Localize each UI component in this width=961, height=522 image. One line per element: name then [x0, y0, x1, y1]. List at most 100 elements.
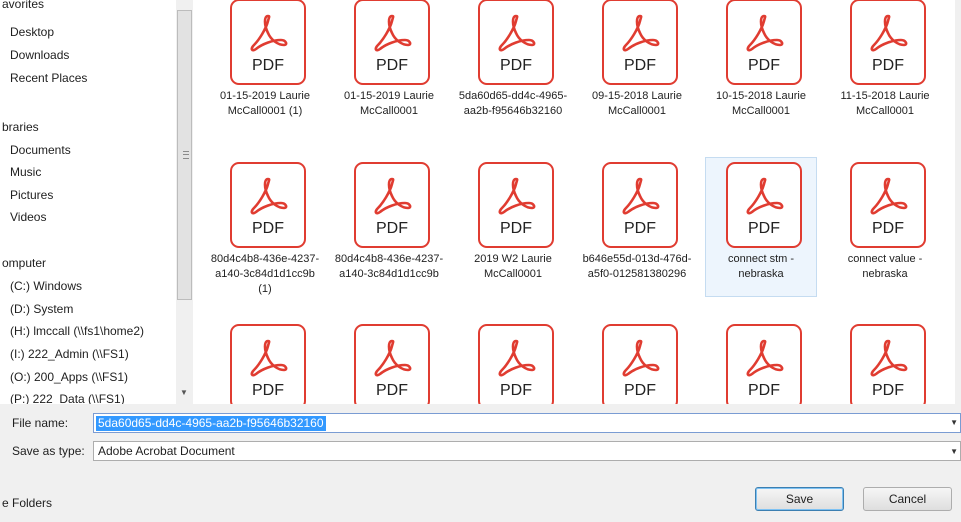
pdf-file-icon: PDF	[230, 162, 306, 248]
pdf-icon-label: PDF	[252, 57, 284, 74]
file-name: 2019 W2 Laurie McCall0001	[474, 253, 552, 280]
pdf-icon-label: PDF	[624, 220, 656, 237]
pdf-icon-label: PDF	[748, 57, 780, 74]
pdf-file-icon: PDF	[354, 0, 430, 85]
nav-item[interactable]: Documents	[10, 140, 71, 160]
pdf-file-icon: PDF	[602, 324, 678, 404]
nav-item[interactable]: Downloads	[10, 45, 69, 65]
pdf-file-icon: PDF	[478, 0, 554, 85]
file-item[interactable]: PDF connect value - nebraska	[829, 157, 941, 297]
pdf-icon-label: PDF	[872, 57, 904, 74]
filename-label: File name:	[12, 416, 69, 430]
file-item[interactable]: PDF	[829, 319, 941, 404]
file-item[interactable]: PDF 11-15-2018 Laurie McCall0001	[829, 0, 941, 134]
pdf-file-icon: PDF	[850, 324, 926, 404]
file-item[interactable]: PDF	[209, 319, 321, 404]
pdf-file-icon: PDF	[726, 162, 802, 248]
pdf-icon-label: PDF	[500, 382, 532, 399]
filename-field[interactable]: 5da60d65-dd4c-4965-aa2b-f95646b32160 ▼	[93, 413, 961, 433]
chevron-down-icon[interactable]: ▼	[950, 418, 958, 427]
file-list: PDF 01-15-2019 Laurie McCall0001 (1) PDF 01…	[193, 0, 955, 404]
nav-item[interactable]: avorites	[2, 0, 44, 14]
pdf-icon-label: PDF	[252, 220, 284, 237]
file-item[interactable]: PDF	[581, 319, 693, 404]
pdf-file-icon: PDF	[354, 324, 430, 404]
file-item[interactable]: PDF 09-15-2018 Laurie McCall0001	[581, 0, 693, 134]
nav-item[interactable]: Desktop	[10, 22, 54, 42]
file-item[interactable]: PDF 80d4c4b8-436e-4237-a140-3c84d1d1cc9b	[333, 157, 445, 297]
save-button[interactable]: Save	[755, 487, 844, 511]
file-name: 80d4c4b8-436e-4237-a140-3c84d1d1cc9b (1)	[210, 253, 320, 295]
pdf-file-icon: PDF	[354, 162, 430, 248]
pdf-file-icon: PDF	[850, 0, 926, 85]
file-item[interactable]: PDF	[457, 319, 569, 404]
nav-item[interactable]: Videos	[10, 207, 46, 227]
file-name: b646e55d-013d-476d-a5f0-012581380296	[582, 253, 692, 280]
pdf-icon-label: PDF	[748, 220, 780, 237]
file-name: 11-15-2018 Laurie McCall0001	[840, 90, 930, 117]
pdf-file-icon: PDF	[478, 324, 554, 404]
pdf-file-icon: PDF	[602, 162, 678, 248]
file-item[interactable]: PDF 01-15-2019 Laurie McCall0001	[333, 0, 445, 134]
savetype-value: Adobe Acrobat Document	[98, 444, 235, 458]
pdf-icon-label: PDF	[624, 57, 656, 74]
file-item[interactable]: PDF 80d4c4b8-436e-4237-a140-3c84d1d1cc9b …	[209, 157, 321, 297]
nav-item[interactable]: Recent Places	[10, 68, 87, 88]
file-item[interactable]: PDF b646e55d-013d-476d-a5f0-012581380296	[581, 157, 693, 297]
chevron-down-icon[interactable]: ▼	[950, 447, 958, 456]
file-name: 80d4c4b8-436e-4237-a140-3c84d1d1cc9b	[334, 253, 444, 280]
file-name: 01-15-2019 Laurie McCall0001	[344, 90, 434, 117]
pdf-icon-label: PDF	[500, 220, 532, 237]
nav-item[interactable]: Music	[10, 162, 41, 182]
file-name: connect value - nebraska	[847, 253, 923, 280]
pdf-icon-label: PDF	[872, 382, 904, 399]
file-name: 01-15-2019 Laurie McCall0001 (1)	[220, 90, 310, 117]
pdf-file-icon: PDF	[602, 0, 678, 85]
pdf-icon-label: PDF	[624, 382, 656, 399]
nav-item[interactable]: (C:) Windows	[10, 276, 82, 296]
file-item[interactable]: PDF 2019 W2 Laurie McCall0001	[457, 157, 569, 297]
nav-item[interactable]: (D:) System	[10, 299, 73, 319]
scrollbar-thumb[interactable]	[177, 10, 192, 300]
pdf-file-icon: PDF	[478, 162, 554, 248]
grip-icon	[183, 151, 189, 159]
nav-item[interactable]: omputer	[2, 253, 46, 273]
savetype-label: Save as type:	[12, 444, 85, 458]
navigation-scrollbar[interactable]: ▼	[176, 0, 193, 404]
nav-item[interactable]: braries	[2, 117, 39, 137]
file-name: 5da60d65-dd4c-4965-aa2b-f95646b32160	[458, 90, 568, 117]
cancel-button[interactable]: Cancel	[863, 487, 952, 511]
pdf-file-icon: PDF	[850, 162, 926, 248]
filename-value[interactable]: 5da60d65-dd4c-4965-aa2b-f95646b32160	[96, 416, 326, 431]
file-item[interactable]: PDF 5da60d65-dd4c-4965-aa2b-f95646b32160	[457, 0, 569, 134]
savetype-select[interactable]: Adobe Acrobat Document ▼	[93, 441, 961, 461]
pdf-icon-label: PDF	[500, 57, 532, 74]
nav-item[interactable]: (I:) 222_Admin (\\FS1)	[10, 344, 129, 364]
file-item[interactable]: PDF 10-15-2018 Laurie McCall0001	[705, 0, 817, 134]
nav-item[interactable]: Pictures	[10, 185, 53, 205]
file-list-scrollbar[interactable]	[955, 0, 961, 404]
file-item[interactable]: PDF	[705, 319, 817, 404]
nav-item[interactable]: (H:) lmccall (\\fs1\home2)	[10, 321, 144, 341]
nav-item[interactable]: (P:) 222_Data (\\FS1)	[10, 389, 125, 404]
file-item[interactable]: PDF	[333, 319, 445, 404]
navigation-pane: avorites Desktop Downloads Recent Places bra…	[0, 0, 176, 404]
pdf-file-icon: PDF	[726, 0, 802, 85]
file-name: 10-15-2018 Laurie McCall0001	[716, 90, 806, 117]
pdf-file-icon: PDF	[726, 324, 802, 404]
pdf-file-icon: PDF	[230, 0, 306, 85]
hide-folders-link[interactable]: e Folders	[2, 496, 52, 510]
pdf-icon-label: PDF	[872, 220, 904, 237]
file-item[interactable]: PDF connect stm - nebraska	[705, 157, 817, 297]
nav-item[interactable]: (O:) 200_Apps (\\FS1)	[10, 367, 128, 387]
file-item[interactable]: PDF 01-15-2019 Laurie McCall0001 (1)	[209, 0, 321, 134]
scroll-down-arrow-icon[interactable]: ▼	[180, 388, 188, 397]
pdf-file-icon: PDF	[230, 324, 306, 404]
pdf-icon-label: PDF	[376, 220, 408, 237]
file-name: connect stm - nebraska	[727, 253, 795, 280]
file-name: 09-15-2018 Laurie McCall0001	[592, 90, 682, 117]
pdf-icon-label: PDF	[376, 57, 408, 74]
pdf-icon-label: PDF	[376, 382, 408, 399]
pdf-icon-label: PDF	[252, 382, 284, 399]
pdf-icon-label: PDF	[748, 382, 780, 399]
